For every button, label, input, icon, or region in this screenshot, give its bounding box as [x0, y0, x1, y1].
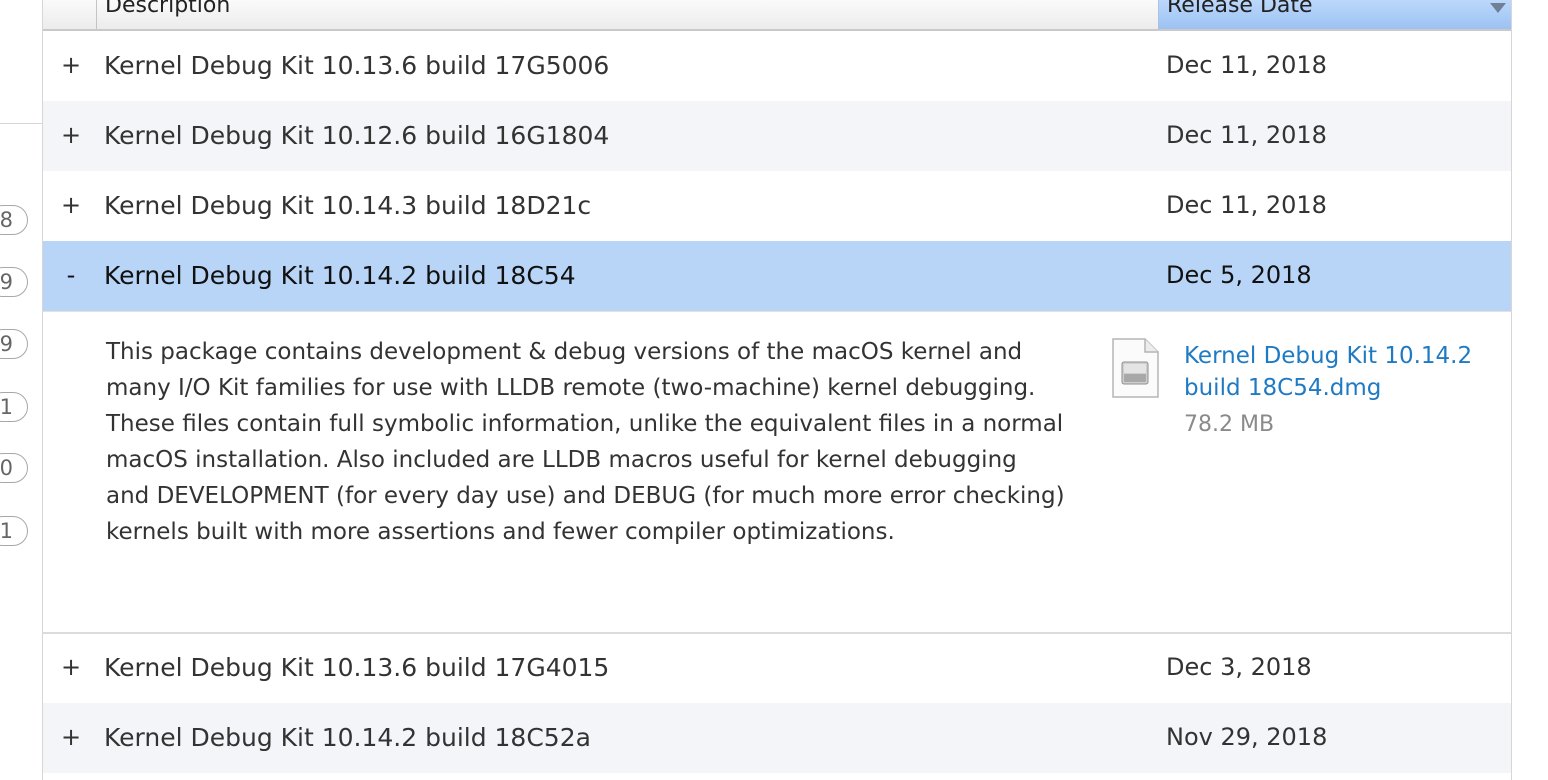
sidebar: 8 9 9 1 0 1: [0, 0, 42, 780]
download-file-link[interactable]: Kernel Debug Kit 10.14.2 build 18C54.dmg: [1184, 340, 1484, 404]
table-row[interactable]: + Kernel Debug Kit 10.14.2 build 18C52a …: [43, 703, 1511, 773]
expand-icon[interactable]: +: [61, 50, 81, 80]
row-description: Kernel Debug Kit 10.12.6 build 16G1804: [104, 121, 610, 150]
expand-icon[interactable]: +: [61, 722, 81, 752]
column-header-release-date[interactable]: Release Date: [1158, 0, 1511, 29]
row-detail-panel: This package contains development & debu…: [43, 311, 1511, 634]
expand-icon[interactable]: +: [61, 652, 81, 682]
count-badge[interactable]: 9: [0, 267, 28, 297]
row-description: Kernel Debug Kit 10.13.6 build 17G5006: [104, 51, 610, 80]
downloads-table: Description Release Date + Kernel Debug …: [42, 0, 1512, 780]
row-release-date: Dec 5, 2018: [1166, 261, 1312, 289]
column-header-description[interactable]: Description: [105, 0, 230, 18]
table-header: Description Release Date: [43, 0, 1511, 31]
expand-icon[interactable]: +: [61, 190, 81, 220]
table-row[interactable]: + Kernel Debug Kit 10.13.6 build 17G4015…: [43, 633, 1511, 703]
package-description: This package contains development & debu…: [106, 339, 1065, 545]
row-release-date: Dec 3, 2018: [1166, 653, 1312, 681]
row-release-date: Dec 11, 2018: [1166, 51, 1327, 79]
sort-descending-icon: [1490, 3, 1506, 13]
row-release-date: Nov 29, 2018: [1166, 723, 1328, 751]
file-size: 78.2 MB: [1184, 412, 1275, 437]
collapse-icon[interactable]: -: [61, 260, 81, 290]
expand-icon[interactable]: +: [61, 120, 81, 150]
count-badge[interactable]: 0: [0, 453, 28, 483]
count-badge[interactable]: 8: [0, 205, 28, 235]
table-row[interactable]: + Kernel Debug Kit 10.14.3 build 18D21c …: [43, 171, 1511, 241]
column-header-release-date-label: Release Date: [1167, 0, 1313, 18]
header-toggle-column: [43, 0, 97, 29]
disk-image-file-icon[interactable]: [1111, 338, 1159, 398]
count-badge[interactable]: 1: [0, 516, 28, 546]
table-row-selected[interactable]: - Kernel Debug Kit 10.14.2 build 18C54 D…: [43, 241, 1511, 311]
count-badge[interactable]: 1: [0, 392, 28, 422]
row-description: Kernel Debug Kit 10.14.3 build 18D21c: [104, 191, 592, 220]
row-description: Kernel Debug Kit 10.13.6 build 17G4015: [104, 653, 610, 682]
sidebar-divider: [0, 123, 42, 124]
row-description: Kernel Debug Kit 10.14.2 build 18C54: [104, 261, 576, 290]
downloads-page: 8 9 9 1 0 1 Description Release Date + K…: [0, 0, 1548, 780]
row-release-date: Dec 11, 2018: [1166, 191, 1327, 219]
row-description: Kernel Debug Kit 10.14.2 build 18C52a: [104, 723, 591, 752]
table-row[interactable]: + Kernel Debug Kit 10.13.6 build 17G5006…: [43, 31, 1511, 101]
row-release-date: Dec 11, 2018: [1166, 121, 1327, 149]
table-row[interactable]: + Kernel Debug Kit 10.12.6 build 16G1804…: [43, 101, 1511, 171]
count-badge[interactable]: 9: [0, 329, 28, 359]
